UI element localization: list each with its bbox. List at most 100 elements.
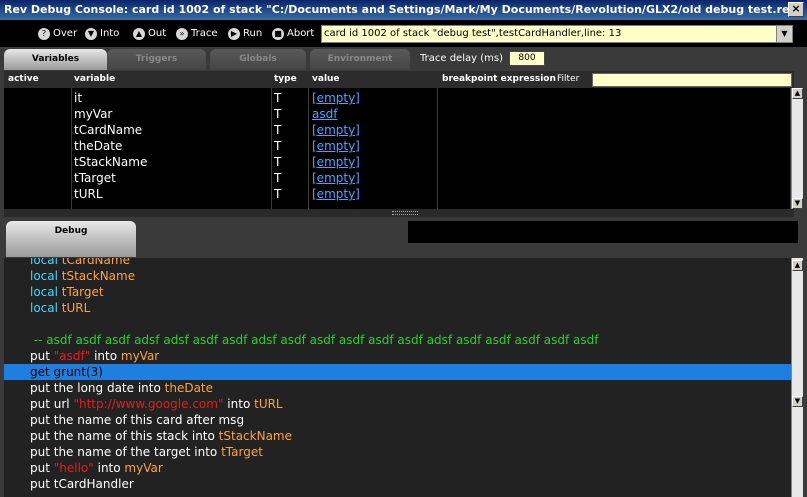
code-token: tTarget [61,285,104,299]
variable-name: tURL [74,187,103,201]
code-line[interactable]: put "asdf" into myVar [4,348,791,364]
code-line[interactable]: local tCardName [4,258,791,268]
variable-value[interactable]: [empty] [312,154,360,170]
code-token: local [30,285,62,299]
scroll-down-icon[interactable]: ▼ [792,396,803,407]
close-icon: × [791,2,801,15]
code-token: -- asdf asdf asdf adsf adsf asdf asdf ad… [30,333,599,347]
pane-splitter[interactable] [4,209,794,217]
header-type: type [274,74,297,84]
debug-message-area [408,221,798,243]
step-over-icon: ? [38,28,50,40]
code-token: tStackName [218,429,293,443]
table-row[interactable]: tCardName T [empty] [4,122,790,138]
code-line[interactable]: put the long date into theDate [4,380,791,396]
script-editor[interactable]: local tCardName local tStackName local tTa… [4,258,791,497]
scroll-up-icon[interactable]: ▲ [792,88,803,99]
abort-label: Abort [287,28,315,39]
step-out-button[interactable]: ▲ Out [133,26,166,42]
variable-value[interactable]: [empty] [312,90,360,106]
code-token: put url [30,397,74,411]
debug-tabbar: Debug [4,217,798,257]
table-row[interactable]: tStackName T [empty] [4,154,790,170]
variable-name: tCardName [74,123,143,137]
code-token: tCardName [61,258,130,267]
chevron-down-icon[interactable]: ▼ [776,26,792,42]
code-token: put the name of this stack into [30,429,219,443]
abort-button[interactable]: ■ Abort [272,26,314,42]
code-line[interactable]: put the name of this card after msg [4,412,791,428]
variables-scrollbar[interactable]: ▲ ▼ [791,88,803,209]
variable-type: T [274,171,282,185]
code-token: local [30,258,62,267]
code-token: into [90,349,121,363]
table-row[interactable]: myVar Tasdf [4,106,790,122]
execution-context-value: card id 1002 of stack "debug test",testC… [324,28,622,39]
step-into-icon: ▼ [85,28,97,40]
variable-value[interactable]: [empty] [312,122,360,138]
code-line[interactable]: local tTarget [4,284,791,300]
code-line[interactable]: put the name of this stack into tStackNa… [4,428,791,444]
code-token: tURL [61,301,91,315]
code-line[interactable]: put tCardHandler [4,476,791,492]
variable-name: myVar [74,107,113,121]
variables-table: it T [empty] myVar Tasdf tCardName T [empty] … [4,88,790,209]
code-token: into [93,461,125,475]
abort-icon: ■ [272,28,284,40]
code-token: tURL [254,397,283,411]
filter-label: Filter [557,74,580,84]
run-button[interactable]: ▶ Run [228,26,262,42]
code-line[interactable]: put the name of the target into tTarget [4,444,791,460]
table-row[interactable]: theDate T [empty] [4,138,790,154]
code-token: put the long date into [30,381,165,395]
code-token: put [30,349,54,363]
step-out-icon: ▲ [133,28,145,40]
code-token: put the name of this card after msg [30,413,245,427]
trace-button[interactable]: » Trace [176,26,218,42]
filter-input[interactable] [592,73,792,87]
step-into-button[interactable]: ▼ Into [85,26,119,42]
close-button[interactable]: × [788,2,804,17]
variable-value[interactable]: [empty] [312,170,360,186]
code-line[interactable]: -- asdf asdf asdf adsf adsf asdf asdf ad… [4,332,791,348]
trace-icon: » [176,28,188,40]
splitter-grip-icon[interactable] [392,211,418,215]
header-active: active [8,74,39,84]
table-row[interactable]: it T [empty] [4,90,790,106]
variable-value[interactable]: [empty] [312,186,360,202]
execution-context-select[interactable]: card id 1002 of stack "debug test",testC… [321,25,793,43]
code-token: get grunt(3) [30,365,103,379]
current-line[interactable]: get grunt(3) [4,364,791,380]
tab-environment[interactable]: Environment [310,49,410,70]
scroll-down-icon[interactable]: ▼ [792,198,803,209]
variable-name: tTarget [74,171,116,185]
table-row[interactable]: tURL T [empty] [4,186,790,202]
code-token: local [30,301,62,315]
variable-type: T [274,155,282,169]
trace-delay-label: Trace delay (ms) [420,53,503,64]
step-into-label: Into [100,28,120,39]
code-token: tTarget [221,445,263,459]
code-line[interactable]: put "hello" into myVar [4,460,791,476]
step-over-button[interactable]: ? Over [38,26,77,42]
tab-triggers[interactable]: Triggers [107,49,206,70]
run-label: Run [243,28,263,39]
code-line[interactable]: put url "http://www.google.com" into tUR… [4,396,791,412]
script-scrollbar[interactable]: ▲ ▼ [791,258,803,497]
tab-variables[interactable]: Variables [4,49,107,70]
table-row[interactable]: tTarget T [empty] [4,170,790,186]
trace-delay-field[interactable]: 800 [509,51,545,66]
code-token: "asdf" [53,349,91,363]
code-line[interactable]: local tStackName [4,268,791,284]
variable-value[interactable]: asdf [312,106,337,122]
code-line[interactable]: local tURL [4,300,791,316]
code-line[interactable] [4,316,791,332]
scroll-up-icon[interactable]: ▲ [792,260,803,271]
variable-type: T [274,123,282,137]
variable-value[interactable]: [empty] [312,138,360,154]
code-token: "hello" [53,461,94,475]
tab-globals[interactable]: Globals [210,49,306,70]
header-value: value [312,74,340,84]
tab-debug[interactable]: Debug [6,221,136,257]
code-token: tStackName [61,269,136,283]
